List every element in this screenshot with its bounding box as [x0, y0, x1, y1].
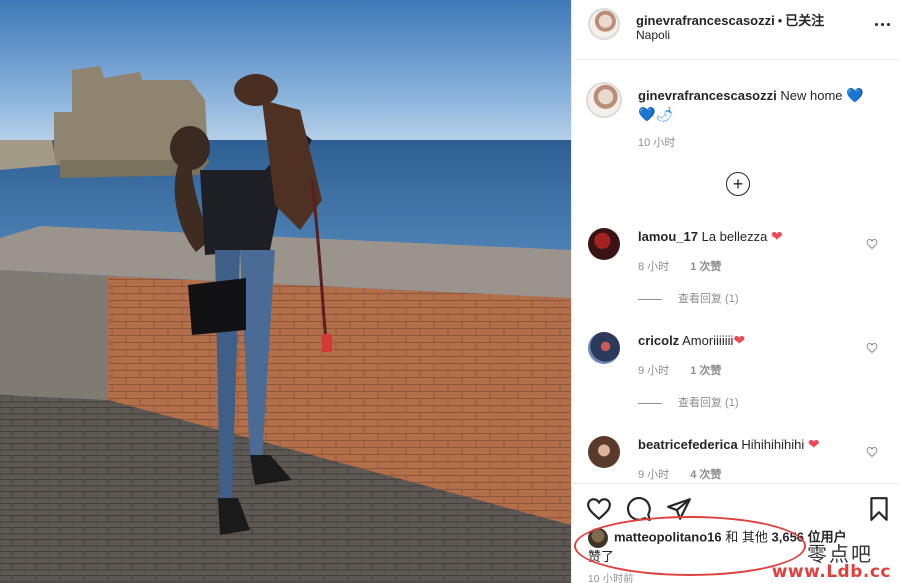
author-avatar[interactable]: [588, 8, 620, 40]
comment-time: 9 小时: [638, 365, 670, 377]
add-circle-icon[interactable]: +: [726, 172, 750, 196]
liker-avatar[interactable]: [588, 528, 608, 548]
post-header: ginevrafrancescasozzi • 已关注 Napoli: [572, 0, 899, 60]
comment-avatar[interactable]: [588, 332, 620, 364]
comment-text: Hihihihihihi: [741, 437, 805, 452]
red-heart-emoji: ❤: [733, 332, 746, 348]
follow-status-button[interactable]: 已关注: [785, 13, 824, 28]
caption-time: 10 小时: [638, 137, 676, 149]
view-replies-link[interactable]: 查看回复 (1): [638, 394, 739, 410]
header-user-line: ginevrafrancescasozzi • 已关注: [636, 10, 824, 29]
post-time: 10 小时前: [588, 574, 634, 583]
comment-body: cricolz Amoriiiiiii❤: [638, 332, 858, 349]
comment-likes[interactable]: 1 次赞: [690, 261, 721, 273]
post-caption: ginevrafrancescasozzi New home 💙 💙🌶: [638, 86, 874, 124]
comment-text: La bellezza: [701, 229, 768, 244]
heart-icon[interactable]: [586, 496, 612, 522]
comment-username[interactable]: beatricefederica: [638, 437, 738, 452]
photo-illustration: [0, 0, 571, 583]
view-replies-label: 查看回复 (1): [678, 293, 739, 305]
caption-username[interactable]: ginevrafrancescasozzi: [638, 88, 777, 103]
comment-text: Amoriiiiiii: [682, 333, 734, 348]
comment-time: 8 小时: [638, 261, 670, 273]
watermark-url: www.Ldb.cc: [771, 562, 891, 582]
heart-icon[interactable]: [866, 238, 878, 250]
comment-likes[interactable]: 4 次赞: [690, 469, 721, 481]
share-icon[interactable]: [666, 496, 692, 522]
heart-icon[interactable]: [866, 342, 878, 354]
comment-body: lamou_17 La bellezza ❤: [638, 228, 858, 245]
heart-icon[interactable]: [866, 446, 878, 458]
comment-time: 9 小时: [638, 469, 670, 481]
blue-heart-emoji: 💙: [846, 87, 864, 103]
comment-likes[interactable]: 1 次赞: [690, 365, 721, 377]
red-heart-emoji: ❤: [807, 436, 820, 452]
comment-meta: 8 小时 1 次赞: [638, 258, 739, 274]
comment-meta: 9 小时 4 次赞: [638, 466, 739, 482]
liker-username[interactable]: matteopolitano16: [614, 529, 722, 544]
author-username[interactable]: ginevrafrancescasozzi: [636, 13, 775, 28]
comment-avatar[interactable]: [588, 228, 620, 260]
location-link[interactable]: Napoli: [636, 28, 670, 42]
comment-username[interactable]: cricolz: [638, 333, 679, 348]
view-replies-label: 查看回复 (1): [678, 397, 739, 409]
view-replies-link[interactable]: 查看回复 (1): [638, 290, 739, 306]
red-heart-emoji: ❤: [771, 228, 783, 244]
separator-dot: •: [777, 13, 783, 28]
caption-avatar[interactable]: [586, 82, 622, 118]
comment-avatar[interactable]: [588, 436, 620, 468]
post-photo[interactable]: [0, 0, 571, 583]
likes-and-text: 和 其他: [725, 529, 768, 545]
watermark: 零点吧 www.Ldb.cc: [772, 532, 899, 583]
comment-body: beatricefederica Hihihihihihi ❤: [638, 436, 858, 453]
caption-emoji-line: 💙🌶: [638, 106, 674, 122]
comment-meta: 9 小时 1 次赞: [638, 362, 739, 378]
comment-username[interactable]: lamou_17: [638, 229, 698, 244]
caption-text: New home: [780, 88, 843, 103]
bookmark-icon[interactable]: [866, 496, 892, 522]
likes-suffix: 赞了: [588, 549, 615, 564]
more-icon[interactable]: [872, 14, 892, 34]
comment-icon[interactable]: [626, 496, 652, 522]
post-detail-panel: ginevrafrancescasozzi • 已关注 Napoli ginevra…: [571, 0, 899, 583]
